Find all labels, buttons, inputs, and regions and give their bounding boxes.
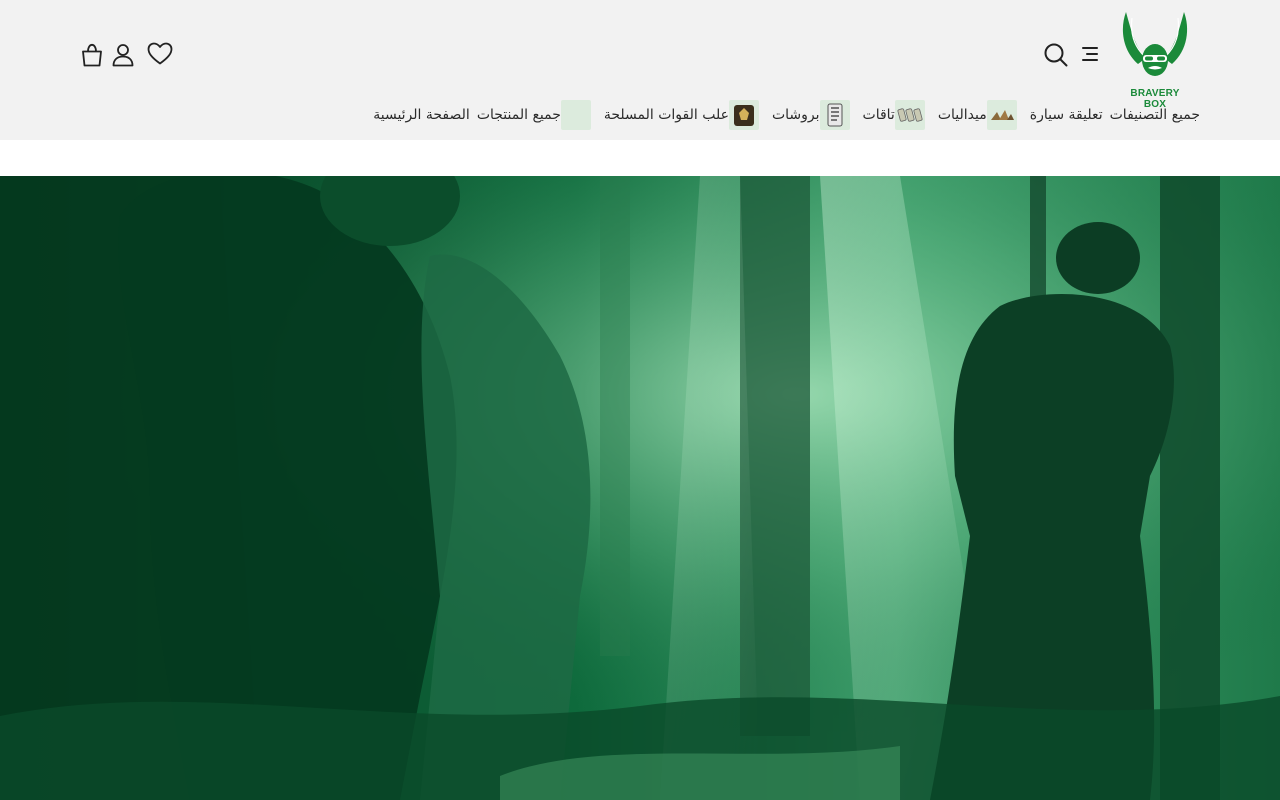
menu-button[interactable] [1076, 42, 1100, 66]
nav-item-armed-forces-boxes[interactable]: علب القوات المسلحة [604, 100, 765, 130]
cart-button[interactable] [79, 42, 105, 68]
category-thumbnail [560, 100, 591, 130]
nav-item-label: علب القوات المسلحة [603, 107, 729, 123]
category-thumbnail [819, 100, 850, 130]
nav-item-label: تعليقة سيارة [1029, 107, 1103, 123]
keychain-icon [990, 110, 1014, 120]
nav-item-all-products[interactable]: جميع المنتجات [477, 100, 597, 130]
nav-item-tags[interactable]: تاقات [863, 100, 931, 130]
nav-item-label: جميع المنتجات [476, 107, 561, 123]
tag-icon [897, 108, 923, 122]
account-button[interactable] [110, 42, 136, 68]
shopping-bag-icon [82, 43, 102, 67]
nav-item-car-hangers[interactable]: تعليقة سيارة [1030, 107, 1103, 123]
heart-icon [147, 42, 173, 65]
box-icon [733, 105, 754, 126]
category-nav: الصفحة الرئيسية جميع المنتجات علب القوات… [366, 98, 1200, 132]
wishlist-button[interactable] [146, 40, 174, 68]
site-header: BRAVERY BOX الصفحة الرئيسية جميع المنتجا… [0, 0, 1280, 140]
category-thumbnail [894, 100, 925, 130]
logo-emblem-icon [1122, 12, 1188, 76]
nav-item-keychains[interactable]: ميداليات [938, 100, 1023, 130]
brooch-icon [827, 103, 843, 127]
nav-item-label: جميع التصنيفات [1109, 107, 1200, 123]
nav-item-all-categories[interactable]: جميع التصنيفات [1110, 107, 1200, 123]
nav-item-label: الصفحة الرئيسية [373, 107, 470, 123]
nav-item-brooches[interactable]: بروشات [772, 100, 856, 130]
search-icon [1044, 43, 1068, 67]
user-icon [112, 44, 134, 67]
category-thumbnail [728, 100, 759, 130]
nav-item-home[interactable]: الصفحة الرئيسية [373, 107, 470, 123]
hero-banner[interactable] [0, 176, 1280, 800]
nav-item-label: تاقات [862, 107, 895, 123]
category-thumbnail [986, 100, 1017, 130]
hero-image [0, 176, 1280, 800]
nav-item-label: بروشات [771, 107, 820, 123]
nav-item-label: ميداليات [937, 107, 987, 123]
menu-icon [1082, 47, 1098, 61]
brand-logo[interactable]: BRAVERY BOX [1118, 8, 1192, 110]
search-button[interactable] [1042, 41, 1070, 69]
